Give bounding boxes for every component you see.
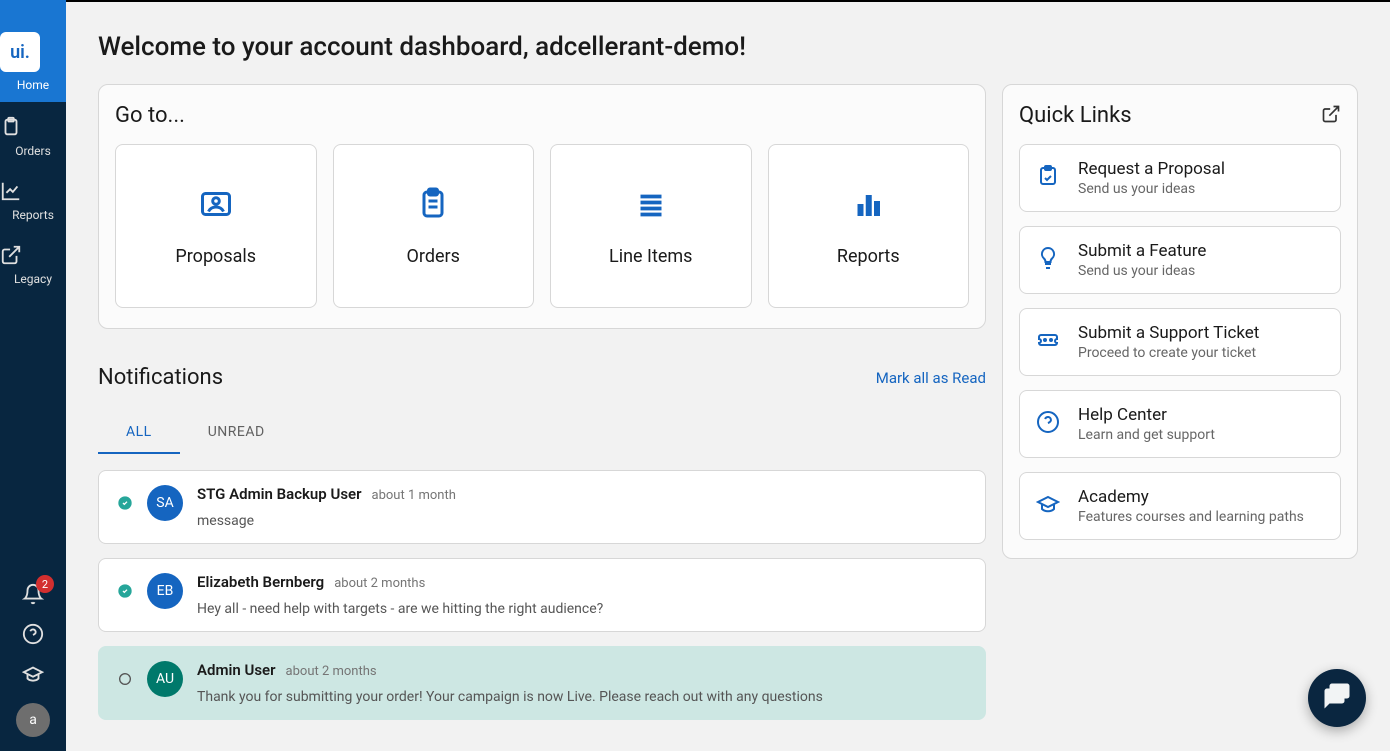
goto-label: Proposals (175, 246, 256, 267)
notification-time: about 1 month (372, 488, 456, 503)
page-title: Welcome to your account dashboard, adcel… (98, 32, 1358, 62)
goto-label: Reports (837, 246, 900, 267)
mark-all-read-link[interactable]: Mark all as Read (876, 369, 986, 387)
quick-link-request-proposal[interactable]: Request a Proposal Send us your ideas (1019, 144, 1341, 212)
notification-item[interactable]: SA STG Admin Backup User about 1 month m… (98, 470, 986, 544)
quick-link-label: Academy (1078, 487, 1324, 507)
notification-list: SA STG Admin Backup User about 1 month m… (98, 470, 986, 720)
sidebar-item-reports[interactable]: Reports (0, 166, 66, 230)
avatar: AU (147, 661, 183, 697)
quick-link-sub: Send us your ideas (1078, 263, 1324, 279)
goto-orders[interactable]: Orders (333, 144, 535, 308)
graduation-cap-icon (1036, 492, 1060, 520)
person-badge-icon (198, 186, 234, 222)
check-circle-icon (117, 495, 133, 515)
logo[interactable]: ui. (0, 32, 40, 72)
notification-item[interactable]: EB Elizabeth Bernberg about 2 months Hey… (98, 558, 986, 632)
notification-time: about 2 months (286, 664, 377, 679)
notification-time: about 2 months (334, 576, 425, 591)
sidebar-item-orders[interactable]: Orders (0, 102, 66, 166)
circle-outline-icon (117, 671, 133, 691)
quick-link-label: Request a Proposal (1078, 159, 1324, 179)
sidebar-item-label: Reports (0, 208, 66, 222)
notification-message: message (197, 513, 967, 529)
sidebar: ui. Home Orders Reports Legacy 2 (0, 0, 66, 751)
quick-links-card: Quick Links Request a Proposal (1002, 84, 1358, 559)
tab-unread[interactable]: UNREAD (180, 412, 293, 454)
quick-link-academy[interactable]: Academy Features courses and learning pa… (1019, 472, 1341, 540)
sidebar-item-label: Orders (0, 144, 66, 158)
help-circle-icon (1036, 410, 1060, 438)
avatar: EB (147, 573, 183, 609)
clipboard-edit-icon (1036, 164, 1060, 192)
quick-link-support-ticket[interactable]: Submit a Support Ticket Proceed to creat… (1019, 308, 1341, 376)
sidebar-item-label: Home (0, 78, 66, 92)
goto-label: Orders (407, 246, 460, 267)
quick-link-help-center[interactable]: Help Center Learn and get support (1019, 390, 1341, 458)
quick-link-sub: Learn and get support (1078, 427, 1324, 443)
tab-all[interactable]: ALL (98, 412, 180, 454)
notification-user: Admin User (197, 661, 276, 679)
sidebar-item-label: Legacy (0, 272, 66, 286)
quick-links-title: Quick Links (1019, 103, 1132, 128)
quick-link-label: Help Center (1078, 405, 1324, 425)
quick-link-submit-feature[interactable]: Submit a Feature Send us your ideas (1019, 226, 1341, 294)
sidebar-bottom: 2 a (16, 583, 50, 751)
clipboard-icon (0, 116, 66, 138)
notifications-button[interactable]: 2 (22, 583, 44, 605)
goto-proposals[interactable]: Proposals (115, 144, 317, 308)
check-circle-icon (117, 583, 133, 603)
main-content: Welcome to your account dashboard, adcel… (66, 0, 1390, 751)
clipboard-icon (415, 186, 451, 222)
quick-link-label: Submit a Feature (1078, 241, 1324, 261)
help-button[interactable] (22, 623, 44, 645)
user-avatar[interactable]: a (16, 703, 50, 737)
notification-user: STG Admin Backup User (197, 485, 362, 503)
goto-label: Line Items (609, 246, 692, 267)
goto-line-items[interactable]: Line Items (550, 144, 752, 308)
quick-link-label: Submit a Support Ticket (1078, 323, 1324, 343)
bar-chart-icon (850, 186, 886, 222)
lightbulb-icon (1036, 246, 1060, 274)
notification-message: Thank you for submitting your order! You… (197, 689, 967, 705)
goto-card: Go to... Proposals Orders (98, 84, 986, 329)
academy-button[interactable] (22, 663, 44, 685)
avatar: SA (147, 485, 183, 521)
external-link-icon[interactable] (1321, 104, 1341, 128)
help-circle-icon (22, 623, 44, 645)
notifications-title: Notifications (98, 365, 223, 390)
graduation-cap-icon (22, 663, 44, 685)
quick-link-sub: Send us your ideas (1078, 181, 1324, 197)
goto-reports[interactable]: Reports (768, 144, 970, 308)
chat-button[interactable] (1308, 669, 1366, 727)
quick-link-sub: Features courses and learning paths (1078, 509, 1324, 525)
notification-item[interactable]: AU Admin User about 2 months Thank you f… (98, 646, 986, 720)
chart-area-icon (0, 180, 66, 202)
external-link-icon (0, 244, 66, 266)
goto-title: Go to... (115, 103, 969, 128)
quick-link-sub: Proceed to create your ticket (1078, 345, 1324, 361)
notification-badge: 2 (36, 575, 54, 593)
ticket-icon (1036, 328, 1060, 356)
list-icon (633, 186, 669, 222)
notification-user: Elizabeth Bernberg (197, 573, 324, 591)
sidebar-item-legacy[interactable]: Legacy (0, 230, 66, 294)
chat-icon (1322, 681, 1352, 715)
notification-tabs: ALL UNREAD (98, 412, 986, 454)
notification-message: Hey all - need help with targets - are w… (197, 601, 967, 617)
sidebar-item-home[interactable]: ui. Home (0, 0, 66, 102)
